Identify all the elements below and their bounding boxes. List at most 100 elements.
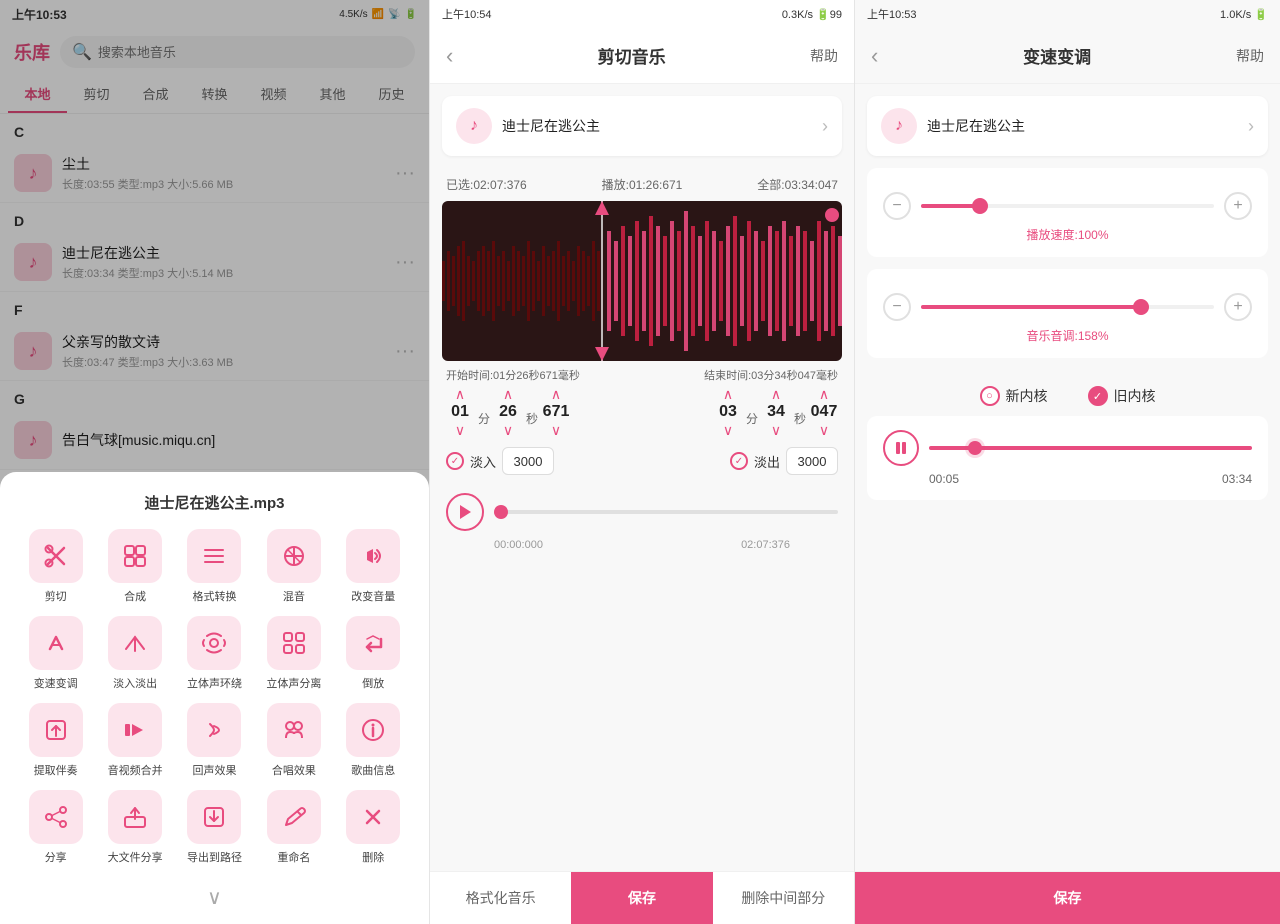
- modal-item-delete[interactable]: 删除: [334, 790, 413, 865]
- panel-speed-title: 变速变调: [878, 43, 1236, 68]
- modal-item-separate[interactable]: 立体声分离: [254, 616, 333, 691]
- modal-btn-info: [346, 703, 400, 757]
- fade-out-check[interactable]: ✓: [730, 452, 748, 470]
- modal-item-bigshare[interactable]: 大文件分享: [95, 790, 174, 865]
- end-ms-col: ∧ 047 ∨: [810, 387, 838, 437]
- speed-slider-section: − + 播放速度:100%: [867, 168, 1268, 257]
- back-button-speed[interactable]: ‹: [871, 43, 878, 69]
- save-button-cut[interactable]: 保存: [571, 872, 712, 924]
- speed-slider-track[interactable]: [921, 204, 1214, 208]
- bottom-bar-cut: 格式化音乐 保存 删除中间部分: [430, 871, 854, 924]
- play-button[interactable]: [446, 493, 484, 531]
- start-min-up[interactable]: ∧: [455, 387, 465, 401]
- pitch-slider-track[interactable]: [921, 305, 1214, 309]
- end-min-up[interactable]: ∧: [723, 387, 733, 401]
- modal-item-mix[interactable]: 混音: [254, 529, 333, 604]
- delete-mid-button[interactable]: 删除中间部分: [713, 872, 854, 924]
- progress-track[interactable]: [494, 510, 838, 514]
- kernel-new-check[interactable]: ○: [980, 386, 1000, 406]
- track-card-speed[interactable]: ♪ 迪士尼在逃公主 ›: [867, 96, 1268, 156]
- waveform[interactable]: [442, 201, 842, 361]
- modal-item-surround[interactable]: 立体声环绕: [175, 616, 254, 691]
- speed-plus-button[interactable]: +: [1224, 192, 1252, 220]
- end-spinner-group: ∧ 03 ∨ 分 ∧ 34 ∨ 秒 ∧ 047 ∨: [714, 387, 838, 437]
- end-sec-up[interactable]: ∧: [771, 387, 781, 401]
- end-sec-val: 34: [762, 403, 790, 421]
- modal-item-rename[interactable]: 重命名: [254, 790, 333, 865]
- help-button-cut[interactable]: 帮助: [810, 46, 838, 66]
- start-min-down[interactable]: ∨: [455, 423, 465, 437]
- modal-label-fade: 淡入淡出: [113, 675, 157, 691]
- end-sec-unit: 秒: [794, 398, 806, 427]
- help-button-speed[interactable]: 帮助: [1236, 46, 1264, 66]
- pitch-thumb[interactable]: [1133, 299, 1149, 315]
- start-ms-down[interactable]: ∨: [551, 423, 561, 437]
- modal-label-cut: 剪切: [45, 588, 67, 604]
- start-ms-up[interactable]: ∧: [551, 387, 561, 401]
- time-spinners: ∧ 01 ∨ 分 ∧ 26 ∨ 秒 ∧ 671 ∨ ∧ 03 ∨: [430, 387, 854, 437]
- modal-btn-surround: [187, 616, 241, 670]
- fade-out-input[interactable]: [786, 447, 838, 475]
- modal-item-avmerge[interactable]: 音视频合并: [95, 703, 174, 778]
- modal-item-echo[interactable]: 回声效果: [175, 703, 254, 778]
- kernel-old-label: 旧内核: [1114, 386, 1156, 406]
- modal-item-format[interactable]: 格式转换: [175, 529, 254, 604]
- modal-item-volume[interactable]: 改变音量: [334, 529, 413, 604]
- start-sec-down[interactable]: ∨: [503, 423, 513, 437]
- status-bar-2: 上午10:54 0.3K/s 🔋99: [430, 0, 854, 28]
- fade-in-input[interactable]: [502, 447, 554, 475]
- kernel-new-item[interactable]: ○ 新内核: [980, 386, 1048, 406]
- playback-track[interactable]: [929, 446, 1252, 450]
- fade-in-check[interactable]: ✓: [446, 452, 464, 470]
- modal-label-bigshare: 大文件分享: [108, 849, 163, 865]
- pitch-minus-button[interactable]: −: [883, 293, 911, 321]
- modal-item-chorus[interactable]: 合唱效果: [254, 703, 333, 778]
- modal-item-reverse[interactable]: 倒放: [334, 616, 413, 691]
- modal-btn-echo: [187, 703, 241, 757]
- start-min-col: ∧ 01 ∨: [446, 387, 474, 437]
- modal-item-merge[interactable]: 合成: [95, 529, 174, 604]
- pause-button[interactable]: [883, 430, 919, 466]
- kernel-old-check[interactable]: ✓: [1088, 386, 1108, 406]
- modal-down-btn[interactable]: ∨: [16, 877, 413, 914]
- format-button[interactable]: 格式化音乐: [430, 872, 571, 924]
- end-sec-down[interactable]: ∨: [771, 423, 781, 437]
- save-button-speed[interactable]: 保存: [855, 872, 1280, 924]
- playback-time: 播放:01:26:671: [602, 176, 683, 193]
- playback-row: [883, 430, 1252, 466]
- modal-item-extract[interactable]: 提取伴奏: [16, 703, 95, 778]
- modal-btn-fade: [108, 616, 162, 670]
- modal-label-extract: 提取伴奏: [34, 762, 78, 778]
- playback-section: 00:05 03:34: [867, 416, 1268, 500]
- battery-2: 🔋99: [816, 9, 842, 21]
- progress-thumb[interactable]: [494, 505, 508, 519]
- playback-times: 00:05 03:34: [883, 466, 1252, 486]
- speed-minus-button[interactable]: −: [883, 192, 911, 220]
- kernel-old-item[interactable]: ✓ 旧内核: [1088, 386, 1156, 406]
- progress-row: [430, 485, 854, 539]
- pitch-fill-left: [921, 305, 1141, 309]
- modal-label-chorus: 合唱效果: [272, 762, 316, 778]
- modal-item-info[interactable]: 歌曲信息: [334, 703, 413, 778]
- selected-time: 已选:02:07:376: [446, 176, 527, 193]
- modal-item-fade[interactable]: 淡入淡出: [95, 616, 174, 691]
- modal-label-mix: 混音: [283, 588, 305, 604]
- end-ms-up[interactable]: ∧: [819, 387, 829, 401]
- modal-item-share[interactable]: 分享: [16, 790, 95, 865]
- modal-btn-cut: [29, 529, 83, 583]
- modal-overlay[interactable]: 迪士尼在逃公主.mp3 剪切: [0, 0, 429, 924]
- time-3: 上午10:53: [867, 6, 917, 22]
- modal-item-speed[interactable]: 变速变调: [16, 616, 95, 691]
- modal-item-export[interactable]: 导出到路径: [175, 790, 254, 865]
- track-card-cut[interactable]: ♪ 迪士尼在逃公主 ›: [442, 96, 842, 156]
- modal-item-cut[interactable]: 剪切: [16, 529, 95, 604]
- speed-thumb[interactable]: [972, 198, 988, 214]
- back-button-cut[interactable]: ‹: [446, 43, 453, 69]
- end-min-down[interactable]: ∨: [723, 423, 733, 437]
- playback-thumb[interactable]: [968, 441, 982, 455]
- end-ms-down[interactable]: ∨: [819, 423, 829, 437]
- end-min-unit: 分: [746, 398, 758, 427]
- start-sec-up[interactable]: ∧: [503, 387, 513, 401]
- pitch-plus-button[interactable]: +: [1224, 293, 1252, 321]
- total-time: 全部:03:34:047: [757, 176, 838, 193]
